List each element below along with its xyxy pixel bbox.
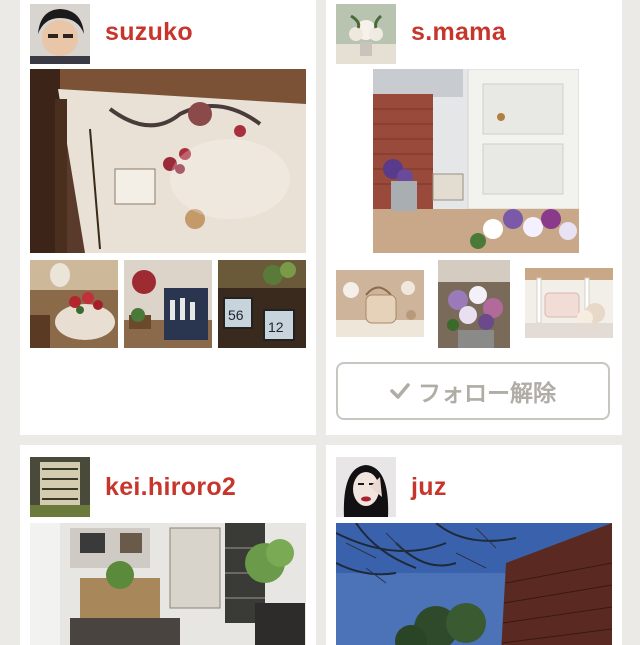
white-chair-photo[interactable] xyxy=(525,268,613,338)
strawberry-basket-photo[interactable] xyxy=(30,260,118,348)
unfollow-button[interactable]: フォロー解除 xyxy=(336,362,610,420)
user-avatar[interactable] xyxy=(30,4,90,64)
lace-purse-photo[interactable] xyxy=(336,270,424,337)
interior-room-photo[interactable] xyxy=(30,523,306,645)
svg-text:56: 56 xyxy=(228,307,244,323)
pansy-pot-photo[interactable] xyxy=(438,260,510,348)
check-icon xyxy=(390,382,410,400)
user-card-juz: juz xyxy=(326,445,622,645)
user-card-s-mama: s.mama フォロー解除 xyxy=(326,0,622,435)
entrance-door-photo[interactable] xyxy=(373,69,579,253)
unfollow-label: フォロー解除 xyxy=(418,380,556,406)
user-avatar[interactable] xyxy=(336,4,396,64)
username[interactable]: s.mama xyxy=(411,18,506,47)
username[interactable]: suzuko xyxy=(105,18,193,47)
username[interactable]: kei.hiroro2 xyxy=(105,473,236,502)
blue-sky-tree-photo[interactable] xyxy=(336,523,612,645)
svg-text:12: 12 xyxy=(268,319,284,335)
number-tiles-photo[interactable]: 56 12 xyxy=(218,260,306,348)
user-card-suzuko: suzuko 56 12 xyxy=(20,0,316,435)
user-avatar[interactable] xyxy=(336,457,396,517)
username[interactable]: juz xyxy=(411,473,447,502)
user-card-kei-hiroro2: kei.hiroro2 xyxy=(20,445,316,645)
wall-plaque-photo[interactable] xyxy=(124,260,212,348)
user-avatar[interactable] xyxy=(30,457,90,517)
wall-decor-photo[interactable] xyxy=(30,69,306,253)
